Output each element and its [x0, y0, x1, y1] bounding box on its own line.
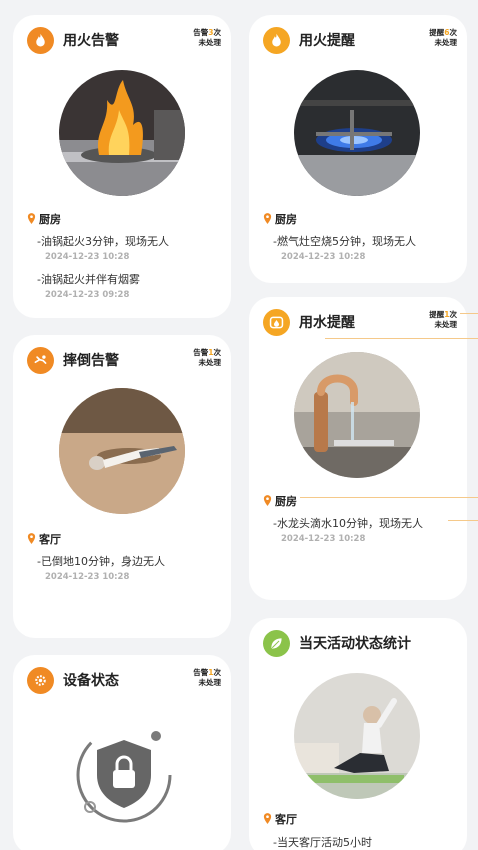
- event-time: 2024-12-23 10:28: [45, 572, 130, 582]
- card-header: 摔倒告警 告警1次 未处理: [27, 347, 221, 377]
- fall-person-icon: [27, 347, 54, 374]
- location-label: 厨房: [263, 493, 297, 509]
- location-label: 客厅: [263, 811, 297, 827]
- callout-line: [448, 520, 478, 521]
- card-title: 当天活动状态统计: [299, 636, 411, 652]
- alarm-count-badge: 告警3次 未处理: [193, 28, 221, 47]
- card-title: 用水提醒: [299, 315, 355, 331]
- location-pin-icon: [263, 495, 272, 506]
- card-header: 用火告警 告警3次 未处理: [27, 27, 221, 57]
- water-remind-card[interactable]: 用水提醒 提醒1次 未处理 厨房 -水龙头滴水10分钟，现场无人 2024-12…: [249, 297, 467, 600]
- fire-remind-card[interactable]: 用火提醒 提醒6次 未处理 厨房 -燃气灶空烧5分钟，现场无人 2024-12-…: [249, 15, 467, 283]
- card-title: 用火提醒: [299, 33, 355, 49]
- event-time: 2024-12-23 10:28: [281, 252, 366, 262]
- card-header: 设备状态 告警1次 未处理: [27, 667, 221, 697]
- event-time: 2024-12-23 10:28: [45, 252, 130, 262]
- event-text: -当天客厅活动5小时: [273, 836, 372, 849]
- card-header: 当天活动状态统计: [263, 630, 457, 660]
- callout-line: [300, 497, 478, 498]
- event-text: -水龙头滴水10分钟，现场无人: [273, 517, 423, 530]
- location-label: 厨房: [27, 211, 61, 227]
- flame-icon: [27, 27, 54, 54]
- flame-icon: [263, 27, 290, 54]
- elderly-yoga-photo: [294, 673, 420, 799]
- event-text: -已倒地10分钟，身边无人: [37, 555, 165, 568]
- location-label: 客厅: [27, 531, 61, 547]
- location-pin-icon: [27, 533, 36, 544]
- card-title: 设备状态: [63, 673, 119, 689]
- alarm-count-badge: 告警1次 未处理: [193, 348, 221, 367]
- device-status-card[interactable]: 设备状态 告警1次 未处理: [13, 655, 231, 850]
- event-text: -油锅起火并伴有烟雾: [37, 273, 140, 286]
- card-header: 用水提醒 提醒1次 未处理: [263, 309, 457, 339]
- faucet-photo: [294, 352, 420, 478]
- fallen-person-photo: [59, 388, 185, 514]
- leaf-icon: [263, 630, 290, 657]
- activity-stats-card[interactable]: 当天活动状态统计 客厅 -当天客厅活动5小时: [249, 618, 467, 850]
- callout-line: [325, 338, 478, 339]
- location-pin-icon: [27, 213, 36, 224]
- event-time: 2024-12-23 09:28: [45, 290, 130, 300]
- remind-count-badge: 提醒1次 未处理: [429, 310, 457, 329]
- location-label: 厨房: [263, 211, 297, 227]
- faucet-icon: [263, 309, 290, 336]
- event-time: 2024-12-23 10:28: [281, 534, 366, 544]
- location-pin-icon: [263, 213, 272, 224]
- fire-alarm-card[interactable]: 用火告警 告警3次 未处理 厨房 -油锅起火3分钟，现场无人 2024-12-2…: [13, 15, 231, 318]
- remind-count-badge: 提醒6次 未处理: [429, 28, 457, 47]
- card-header: 用火提醒 提醒6次 未处理: [263, 27, 457, 57]
- card-title: 摔倒告警: [63, 353, 119, 369]
- event-text: -燃气灶空烧5分钟，现场无人: [273, 235, 416, 248]
- gear-icon: [27, 667, 54, 694]
- gas-stove-photo: [294, 70, 420, 196]
- card-title: 用火告警: [63, 33, 119, 49]
- alarm-count-badge: 告警1次 未处理: [193, 668, 221, 687]
- event-text: -油锅起火3分钟，现场无人: [37, 235, 169, 248]
- callout-line: [460, 313, 478, 314]
- location-pin-icon: [263, 813, 272, 824]
- kitchen-fire-photo: [59, 70, 185, 196]
- lock-shield-icon: [69, 720, 179, 830]
- fall-alarm-card[interactable]: 摔倒告警 告警1次 未处理 客厅 -已倒地10分钟，身边无人 2024-12-2…: [13, 335, 231, 638]
